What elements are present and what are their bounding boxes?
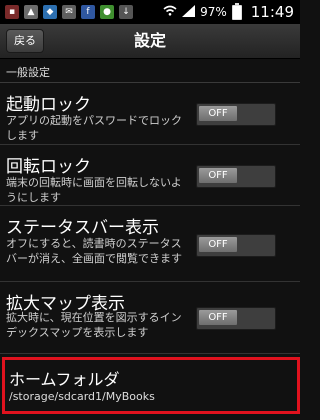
section-header: 一般設定 bbox=[0, 60, 300, 83]
home-folder-title: ホームフォルダ bbox=[9, 370, 120, 389]
setting-startup-lock[interactable]: 起動ロック アプリの起動をパスワードでロックします OFF bbox=[0, 84, 300, 145]
back-button[interactable]: 戻る bbox=[6, 29, 44, 53]
app-icon: ◆ bbox=[43, 5, 57, 19]
wifi-icon bbox=[163, 5, 177, 19]
setting-description: アプリの起動をパスワードでロックします bbox=[6, 114, 182, 142]
image-icon: ▲ bbox=[24, 5, 38, 19]
startup-lock-toggle[interactable]: OFF bbox=[196, 103, 276, 126]
zoom-map-toggle[interactable]: OFF bbox=[196, 307, 276, 330]
setting-zoom-map[interactable]: 拡大マップ表示 拡大時に、現在位置を図示するインデックスマップを表示します OF… bbox=[0, 283, 300, 354]
toggle-thumb: OFF bbox=[199, 106, 237, 121]
toggle-thumb: OFF bbox=[199, 237, 237, 252]
title-bar: 設定 戻る bbox=[0, 24, 300, 59]
setting-title: 起動ロック bbox=[6, 95, 91, 115]
clock: 11:49 bbox=[250, 3, 294, 21]
status-bar: ▪ ▲ ◆ ✉ f ● ↓ 97% 11:49 bbox=[0, 0, 300, 24]
setting-home-folder[interactable]: ホームフォルダ /storage/sdcard1/MyBooks bbox=[2, 357, 300, 414]
setting-description: オフにすると、読書時のステータスバーが消え、全画面で閲覧できます bbox=[6, 237, 182, 265]
setting-description: 端末の回転時に画面を回転しないようにします bbox=[6, 176, 182, 204]
page-title: 設定 bbox=[133, 31, 166, 50]
battery-percent: 97% bbox=[200, 5, 227, 19]
setting-title: ステータスバー表示 bbox=[6, 218, 159, 238]
sim-card-icon: ▪ bbox=[5, 5, 19, 19]
signal-icon bbox=[182, 4, 196, 20]
setting-status-bar[interactable]: ステータスバー表示 オフにすると、読書時のステータスバーが消え、全画面で閲覧でき… bbox=[0, 207, 300, 282]
toggle-thumb: OFF bbox=[199, 310, 237, 325]
toggle-thumb: OFF bbox=[199, 168, 237, 183]
mail-icon: ✉ bbox=[62, 5, 76, 19]
file-icon: f bbox=[81, 5, 95, 19]
setting-description: 拡大時に、現在位置を図示するインデックスマップを表示します bbox=[6, 311, 182, 339]
download-icon: ↓ bbox=[119, 5, 133, 19]
section-label: 一般設定 bbox=[6, 66, 50, 79]
status-bar-toggle[interactable]: OFF bbox=[196, 234, 276, 257]
home-folder-path: /storage/sdcard1/MyBooks bbox=[9, 390, 155, 403]
setting-title: 回転ロック bbox=[6, 157, 91, 177]
android-icon: ● bbox=[100, 5, 114, 19]
rotation-lock-toggle[interactable]: OFF bbox=[196, 165, 276, 188]
battery-icon bbox=[231, 2, 242, 20]
setting-rotation-lock[interactable]: 回転ロック 端末の回転時に画面を回転しないようにします OFF bbox=[0, 146, 300, 206]
notification-icons: ▪ ▲ ◆ ✉ f ● ↓ bbox=[5, 5, 133, 19]
